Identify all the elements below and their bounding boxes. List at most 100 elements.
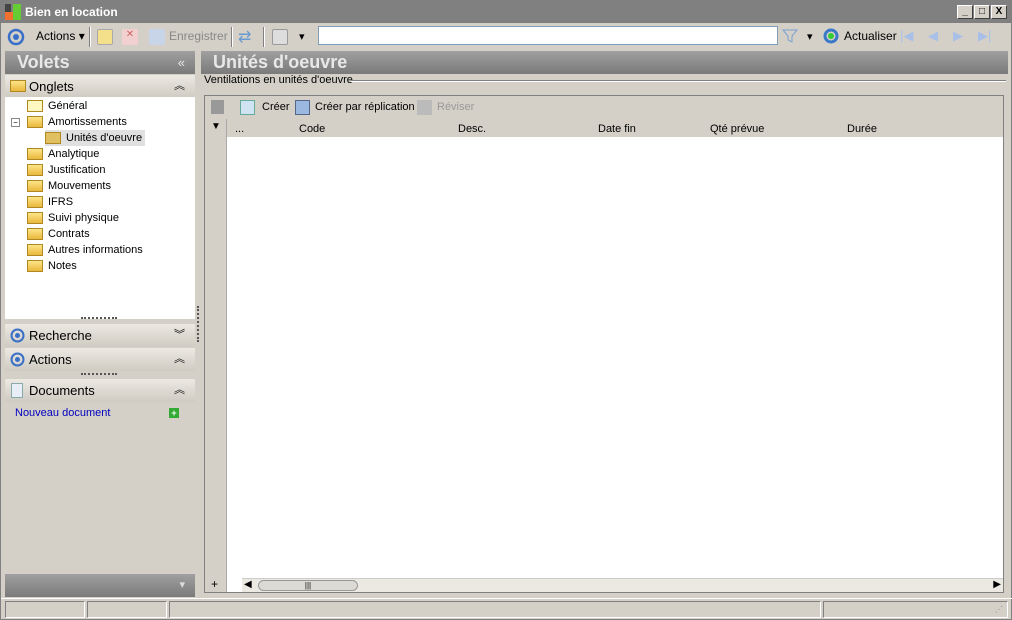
save-button[interactable]: Enregistrer — [169, 29, 228, 43]
new-icon[interactable] — [97, 29, 113, 45]
column-chooser-icon[interactable]: ▼ — [211, 121, 221, 132]
app-logo-icon — [5, 4, 21, 20]
column-header[interactable]: Qté prévue — [710, 123, 764, 135]
resize-grip-icon[interactable]: ⋰ — [995, 605, 1003, 614]
data-grid: Créer Créer par réplication Réviser ▼ + .… — [204, 95, 1004, 593]
column-header[interactable]: Durée — [847, 123, 877, 135]
tree-label: IFRS — [48, 196, 74, 208]
collapse-chevron-icon[interactable]: ︽ — [174, 379, 185, 402]
splitter-handle[interactable] — [81, 317, 117, 319]
actions-circle-icon — [10, 352, 25, 367]
tree-label: Contrats — [48, 228, 90, 240]
replicate-icon — [295, 100, 310, 115]
maximize-button[interactable]: □ — [974, 5, 990, 19]
document-icon — [11, 383, 23, 398]
tree-item-ifrs[interactable]: IFRS — [27, 194, 73, 210]
collapse-panel-button[interactable]: « — [178, 51, 185, 74]
column-header[interactable]: ... — [235, 123, 244, 135]
first-record-icon[interactable]: |◀ — [900, 28, 913, 44]
scroll-thumb[interactable]: ||| — [258, 580, 358, 591]
section-actions[interactable]: Actions ︽ — [5, 348, 195, 371]
folder-icon — [27, 116, 43, 129]
minimize-button[interactable]: _ — [957, 5, 973, 19]
revise-button[interactable]: Réviser — [437, 101, 474, 113]
tree-label: Amortissements — [48, 116, 127, 128]
tree-label: Unités d'oeuvre — [66, 132, 143, 144]
tree-item-suivi-physique[interactable]: Suivi physique — [27, 210, 119, 226]
toolbar: Actions ▾ ✕ Enregistrer ⇄ ▾ ▾ Actualiser… — [1, 24, 1012, 49]
refresh-icon — [823, 28, 839, 44]
folder-icon — [27, 260, 43, 273]
filter-icon[interactable] — [782, 28, 798, 44]
grid-header-row: ... Code Desc. Date fin Qté prévue Durée — [227, 119, 1003, 137]
tree-item-amortissements[interactable]: − Amortissements — [11, 114, 127, 130]
tree-item-analytique[interactable]: Analytique — [27, 146, 99, 162]
expand-chevron-icon[interactable]: ︾ — [174, 324, 185, 347]
section-label: Documents — [29, 383, 95, 398]
tree-item-mouvements[interactable]: Mouvements — [27, 178, 111, 194]
search-input[interactable] — [318, 26, 778, 45]
tree-label: Suivi physique — [48, 212, 119, 224]
tabs-tree: Général − Amortissements Unités d'oeuvre … — [5, 97, 195, 319]
folder-icon — [27, 148, 43, 161]
tree-label: Mouvements — [48, 180, 111, 192]
close-button[interactable]: X — [991, 5, 1007, 19]
general-icon — [27, 100, 43, 113]
collapse-chevron-icon[interactable]: ︽ — [174, 348, 185, 371]
scroll-left-icon[interactable]: ◀ — [244, 579, 252, 590]
window-title: Bien en location — [25, 5, 118, 19]
unit-icon — [45, 132, 61, 145]
section-documents[interactable]: Documents ︽ — [5, 379, 195, 402]
tree-label: Notes — [48, 260, 77, 272]
left-panel-footer[interactable]: ▾ — [5, 574, 195, 597]
column-header[interactable]: Desc. — [458, 123, 486, 135]
section-recherche[interactable]: Recherche ︾ — [5, 324, 195, 347]
vertical-splitter[interactable] — [197, 306, 199, 342]
print-icon[interactable] — [272, 29, 288, 45]
new-document-link[interactable]: Nouveau document — [15, 407, 110, 419]
prev-record-icon[interactable]: ◀ — [928, 28, 938, 44]
splitter-handle[interactable] — [81, 373, 117, 375]
tree-item-autres-informations[interactable]: Autres informations — [27, 242, 143, 258]
collapse-chevron-icon[interactable]: ︽ — [174, 75, 185, 98]
page-title: Unités d'oeuvre — [213, 52, 348, 72]
grid-option-icon[interactable] — [211, 100, 224, 114]
refresh-button[interactable]: Actualiser — [844, 29, 897, 43]
folder-icon — [27, 228, 43, 241]
folder-icon — [27, 244, 43, 257]
folder-icon — [27, 164, 43, 177]
actions-menu[interactable]: Actions ▾ — [36, 29, 85, 43]
horizontal-scrollbar[interactable]: ◀ ||| ▶ — [242, 578, 1003, 592]
section-onglets[interactable]: Onglets ︽ — [5, 75, 195, 98]
tree-item-general[interactable]: Général — [27, 98, 87, 114]
tree-item-unites-oeuvre[interactable]: Unités d'oeuvre — [45, 130, 146, 146]
group-divider — [351, 80, 1006, 82]
left-panel-header: Volets « — [5, 51, 195, 74]
status-bar: ⋰ — [1, 598, 1012, 619]
add-document-icon[interactable]: + — [169, 408, 179, 418]
scroll-right-icon[interactable]: ▶ — [993, 579, 1001, 590]
print-dropdown-icon[interactable]: ▾ — [299, 30, 305, 43]
folder-icon — [27, 196, 43, 209]
folder-icon — [27, 212, 43, 225]
sync-icon[interactable]: ⇄ — [238, 27, 251, 47]
tree-label: Autres informations — [48, 244, 143, 256]
replicate-button[interactable]: Créer par réplication — [315, 101, 415, 113]
last-record-icon[interactable]: ▶| — [978, 28, 991, 44]
add-row-button[interactable]: + — [211, 577, 218, 591]
column-header[interactable]: Date fin — [598, 123, 636, 135]
tree-item-notes[interactable]: Notes — [27, 258, 77, 274]
create-button[interactable]: Créer — [262, 101, 290, 113]
tree-label: Justification — [48, 164, 106, 176]
next-record-icon[interactable]: ▶ — [953, 28, 963, 44]
filter-dropdown-icon[interactable]: ▾ — [807, 30, 813, 43]
tree-item-contrats[interactable]: Contrats — [27, 226, 90, 242]
save-icon[interactable] — [149, 29, 165, 45]
column-header[interactable]: Code — [299, 123, 325, 135]
main-header: Unités d'oeuvre — [201, 51, 1008, 74]
collapse-node-icon[interactable]: − — [11, 118, 20, 127]
delete-icon[interactable]: ✕ — [122, 29, 138, 45]
search-circle-icon — [10, 328, 25, 343]
tree-item-justification[interactable]: Justification — [27, 162, 105, 178]
left-panel-title: Volets — [17, 52, 70, 72]
